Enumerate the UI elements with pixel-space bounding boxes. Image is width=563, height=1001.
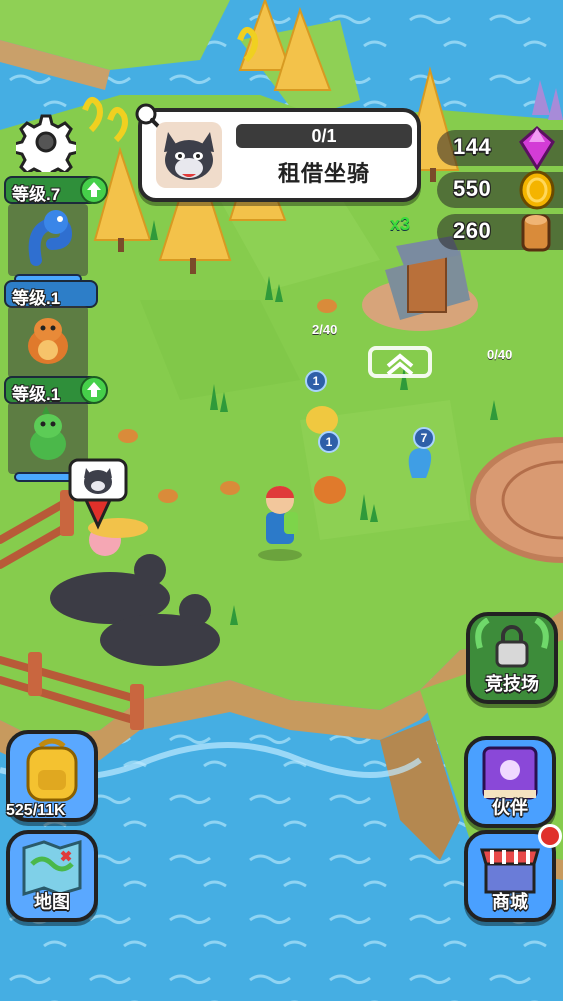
coins-value: 550 <box>453 176 492 201</box>
shop-label: 商城 <box>492 892 528 912</box>
lock-icon <box>475 618 549 668</box>
blue-snake-icon <box>28 210 73 266</box>
map-label: 地图 <box>34 892 70 912</box>
coin-icon <box>519 170 555 210</box>
partner-label: 伙伴 <box>492 798 528 818</box>
map-button[interactable]: 地图 <box>6 830 98 922</box>
shop-button[interactable]: 商城 <box>464 824 562 922</box>
coins-counter[interactable]: 550 <box>437 170 563 210</box>
arena-label: 竞技场 <box>485 674 539 694</box>
gear-icon <box>12 114 80 182</box>
gems-value: 144 <box>453 134 492 159</box>
partner-button[interactable]: 伙伴 <box>464 736 556 828</box>
quest-progress-text: 0/1 <box>311 126 337 146</box>
quest-progress-bar: 0/1 <box>236 124 412 148</box>
creature-level-badge: 1 <box>305 370 327 392</box>
arena-button[interactable]: 竞技场 <box>466 612 558 704</box>
upgrade-arrow-icon[interactable] <box>80 376 108 404</box>
quest-panel[interactable]: 0/1 租借坐骑 <box>135 103 421 202</box>
party-slot-2[interactable] <box>8 306 88 386</box>
gems-counter[interactable]: 144 <box>437 126 563 170</box>
party-slot-1[interactable] <box>8 204 88 284</box>
wood-icon <box>521 214 551 252</box>
party-slot-2-level: 等级.1 <box>4 280 98 308</box>
green-dino-icon <box>30 406 66 460</box>
wolf-marker-icon <box>68 458 128 530</box>
party-slot-3-level: 等级.1 <box>4 376 108 404</box>
lumber-station-count-right: 0/40 <box>487 347 513 362</box>
orange-lizard-icon <box>28 318 68 364</box>
gem-icon <box>519 126 555 170</box>
creature-level-badge: 7 <box>413 427 435 449</box>
wood-value: 260 <box>453 218 492 243</box>
party-slot-1-level-text: 等级.7 <box>12 185 61 204</box>
wood-multiplier: x3 <box>390 214 411 234</box>
party-slot-1-level: 等级.7 <box>4 176 108 204</box>
creature-level-badge: 1 <box>318 431 340 453</box>
upgrade-arrow-icon[interactable] <box>80 176 108 204</box>
mount-marker[interactable] <box>66 458 130 530</box>
wolf-icon <box>164 132 214 180</box>
settings-button[interactable] <box>12 112 80 182</box>
bag-capacity: 525/11K <box>6 802 66 819</box>
quest-title: 租借坐骑 <box>277 161 370 186</box>
wood-counter[interactable]: 260 <box>437 214 563 252</box>
wolf-mount-portrait <box>156 122 222 188</box>
lumber-station-count-left: 2/40 <box>312 322 338 337</box>
